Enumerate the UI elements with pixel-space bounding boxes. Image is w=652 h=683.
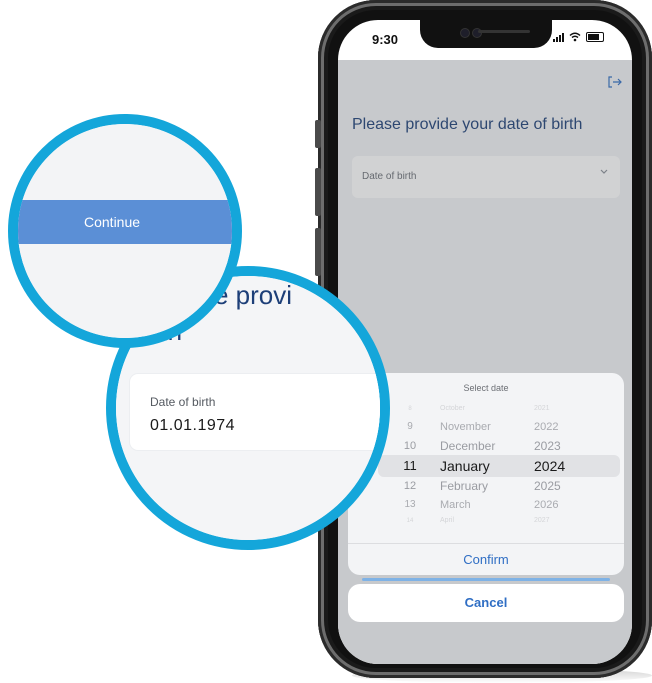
speaker-grille bbox=[478, 30, 530, 33]
cellular-signal-icon bbox=[553, 32, 564, 42]
picker-day: 11 bbox=[403, 458, 417, 473]
picker-year: 2021 bbox=[534, 405, 550, 412]
picker-month: April bbox=[440, 517, 455, 524]
picker-row[interactable]: 10 December 2023 bbox=[348, 436, 624, 456]
wifi-icon bbox=[569, 32, 581, 42]
phone-screen: 9:30 Please provide your date of birth D… bbox=[338, 20, 632, 664]
magnifier-continue: Continue bbox=[8, 114, 242, 348]
volume-down-button bbox=[315, 228, 321, 276]
picker-month: November bbox=[440, 421, 491, 433]
picker-row[interactable]: 14 April 2027 bbox=[348, 511, 624, 531]
picker-month: December bbox=[440, 439, 496, 453]
picker-year: 2025 bbox=[534, 479, 561, 493]
picker-month: January bbox=[440, 458, 490, 474]
magnified-date-field bbox=[130, 374, 380, 450]
picker-row-selected[interactable]: 11 January 2024 bbox=[348, 456, 624, 476]
picker-year: 2024 bbox=[534, 458, 566, 474]
magnified-continue-button: Continue bbox=[18, 200, 232, 244]
picker-day: 14 bbox=[406, 518, 414, 524]
status-icons bbox=[553, 32, 604, 42]
status-bar: 9:30 bbox=[338, 20, 632, 60]
battery-icon bbox=[586, 32, 604, 42]
picker-day: 12 bbox=[403, 480, 417, 492]
picker-day: 10 bbox=[403, 440, 417, 452]
magnified-field-value: 01.01.1974 bbox=[150, 417, 236, 434]
picker-year: 2022 bbox=[534, 421, 559, 433]
picker-year: 2027 bbox=[534, 517, 550, 524]
picker-row[interactable]: 12 February 2025 bbox=[348, 476, 624, 496]
picker-year: 2023 bbox=[534, 439, 561, 453]
magnified-field-label: Date of birth bbox=[150, 395, 216, 409]
confirm-button[interactable]: Confirm bbox=[348, 543, 624, 575]
camera-icon bbox=[460, 28, 470, 38]
magnified-background-bottom bbox=[18, 244, 232, 338]
picker-day: 9 bbox=[407, 421, 413, 432]
notch bbox=[420, 20, 552, 48]
picker-day: 8 bbox=[408, 406, 412, 412]
picker-month: October bbox=[440, 405, 465, 412]
mute-switch bbox=[315, 120, 321, 148]
magnified-background-top bbox=[18, 124, 232, 200]
picker-month: February bbox=[440, 479, 489, 493]
cancel-button[interactable]: Cancel bbox=[348, 584, 624, 622]
volume-up-button bbox=[315, 168, 321, 216]
continue-button-edge bbox=[362, 578, 610, 581]
status-time: 9:30 bbox=[372, 32, 399, 47]
picker-title: Select date bbox=[463, 383, 509, 393]
